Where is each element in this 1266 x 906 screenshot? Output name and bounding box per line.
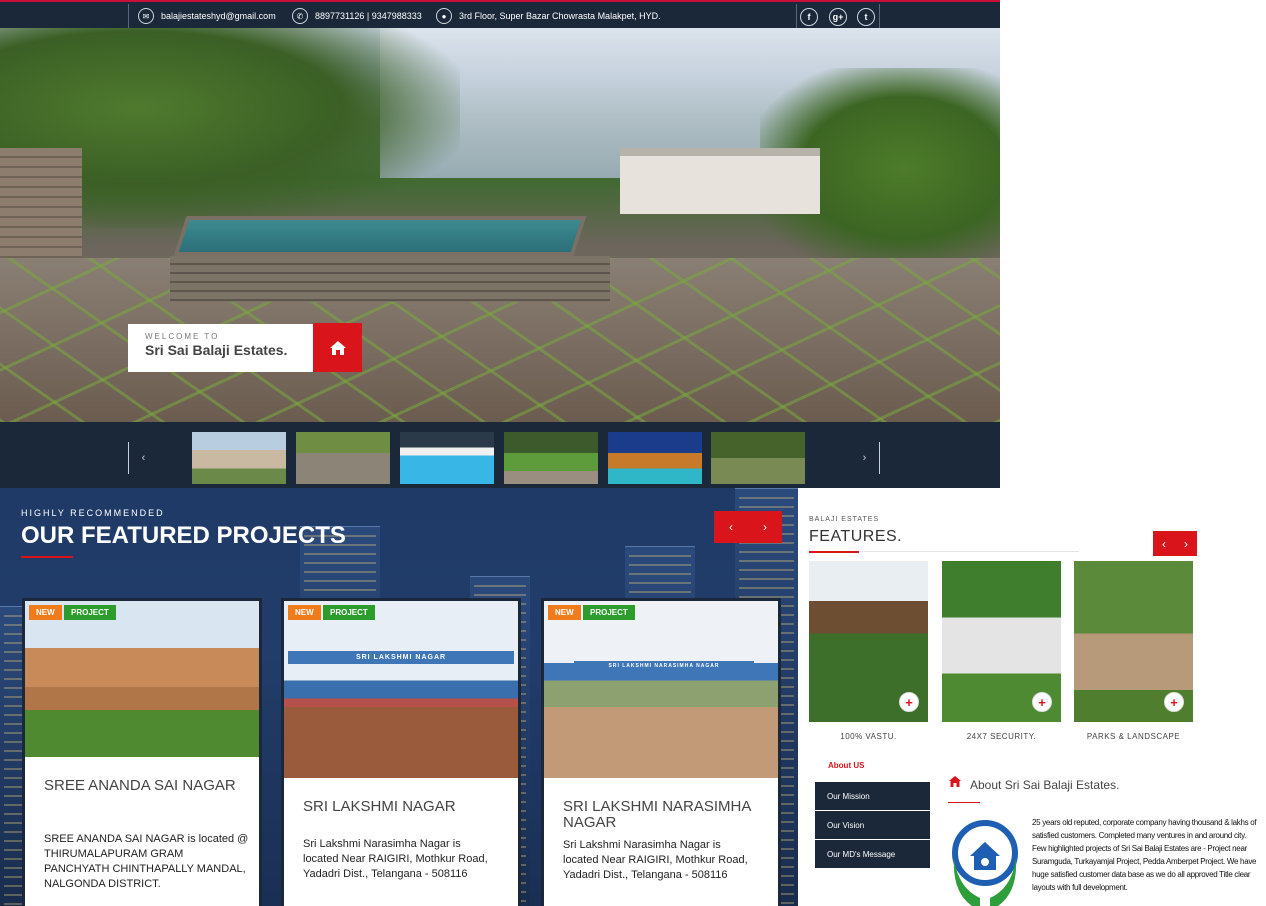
divider	[128, 4, 129, 28]
thumb-lawn[interactable]	[504, 432, 598, 484]
hero-pool-wall	[170, 256, 610, 302]
location-pin-icon: ●	[436, 8, 452, 24]
thumb-garden[interactable]	[711, 432, 805, 484]
project-description: Sri Lakshmi Narasimha Nagar is located N…	[303, 838, 488, 880]
feature-caption: 100% VASTU.	[840, 732, 897, 741]
project-title[interactable]: SRI LAKSHMI NAGAR	[303, 799, 513, 815]
thumbs-prev-button[interactable]: ‹	[128, 442, 158, 474]
top-contact-bar: ✉ balajiestateshyd@gmail.com ✆ 889773112…	[0, 0, 1000, 28]
hero-house	[620, 148, 820, 214]
features-title: FEATURES.	[809, 528, 903, 545]
menu-our-vision[interactable]: Our Vision	[815, 811, 930, 839]
address-text: 3rd Floor, Super Bazar Chowrasta Malakpe…	[459, 11, 661, 21]
about-description: 25 years old reputed, corporate company …	[1032, 818, 1257, 892]
features-next-button[interactable]: ›	[1175, 531, 1197, 556]
hero-banner: WELCOME TO Sri Sai Balaji Estates.	[0, 28, 1000, 422]
email-contact[interactable]: ✉ balajiestateshyd@gmail.com	[138, 6, 276, 26]
project-badge: PROJECT	[64, 605, 116, 620]
project-card[interactable]: NEW PROJECT SRI LAKSHMI NARASIMHA NAGAR …	[541, 598, 781, 906]
about-underline	[948, 802, 980, 803]
page: ✉ balajiestateshyd@gmail.com ✆ 889773112…	[0, 0, 1266, 906]
project-image[interactable]: NEW PROJECT SRI LAKSHMI NARASIMHA NAGAR	[544, 601, 778, 778]
google-plus-icon[interactable]: g+	[829, 8, 847, 26]
plus-icon[interactable]: +	[899, 692, 919, 712]
featured-projects-section: HIGHLY RECOMMENDED OUR FEATURED PROJECTS…	[0, 488, 798, 906]
features-underline	[809, 551, 859, 553]
feature-image-parks[interactable]: +	[1074, 561, 1193, 722]
thumb-night-house[interactable]	[608, 432, 702, 484]
project-card[interactable]: NEW PROJECT SRI LAKSHMI NAGAR SRI LAKSHM…	[281, 598, 521, 906]
thumbnail-strip: ‹ ›	[0, 422, 1000, 488]
features-prev-button[interactable]: ‹	[1153, 531, 1175, 556]
project-title[interactable]: SREE ANANDA SAI NAGAR	[44, 778, 244, 794]
project-image[interactable]: NEW PROJECT SRI LAKSHMI NAGAR	[284, 601, 518, 778]
projects-nav: ‹ ›	[714, 511, 782, 543]
envelope-icon: ✉	[138, 8, 154, 24]
project-card[interactable]: NEW PROJECT SREE ANANDA SAI NAGAR SREE A…	[22, 598, 262, 906]
new-badge: NEW	[29, 605, 62, 620]
new-badge: NEW	[548, 605, 581, 620]
projects-next-button[interactable]: ›	[748, 511, 782, 543]
about-title: About Sri Sai Balaji Estates.	[970, 778, 1120, 792]
divider	[796, 4, 797, 28]
features-label: BALAJI ESTATES	[809, 516, 880, 523]
plus-icon[interactable]: +	[1164, 692, 1184, 712]
project-description: SREE ANANDA SAI NAGAR is located @ THIRU…	[44, 833, 249, 890]
home-icon	[949, 776, 961, 787]
thumb-villa[interactable]	[192, 432, 286, 484]
entrance-arch-banner: SRI LAKSHMI NAGAR	[288, 651, 514, 664]
projects-prev-button[interactable]: ‹	[714, 511, 748, 543]
menu-our-mission[interactable]: Our Mission	[815, 782, 930, 810]
divider	[879, 4, 880, 28]
phone-text: 8897731126 | 9347988333	[315, 11, 422, 21]
feature-image-security[interactable]: +	[942, 561, 1061, 722]
email-text: balajiestateshyd@gmail.com	[161, 11, 276, 21]
twitter-icon[interactable]: t	[857, 8, 875, 26]
new-badge: NEW	[288, 605, 321, 620]
project-title[interactable]: SRI LAKSHMI NARASIMHA NAGAR	[563, 799, 763, 831]
project-badge: PROJECT	[583, 605, 635, 620]
project-description: Sri Lakshmi Narasimha Nagar is located N…	[563, 839, 748, 881]
plus-icon[interactable]: +	[1032, 692, 1052, 712]
welcome-title: Sri Sai Balaji Estates.	[145, 342, 288, 358]
phone-icon: ✆	[292, 8, 308, 24]
tab-about-us[interactable]: About US	[828, 761, 864, 770]
menu-md-message[interactable]: Our MD's Message	[815, 840, 930, 868]
welcome-small-text: WELCOME TO	[145, 332, 220, 341]
thumb-pool[interactable]	[400, 432, 494, 484]
welcome-box: WELCOME TO Sri Sai Balaji Estates.	[128, 324, 314, 372]
thumb-paving[interactable]	[296, 432, 390, 484]
address-contact: ● 3rd Floor, Super Bazar Chowrasta Malak…	[436, 6, 661, 26]
home-button[interactable]	[313, 323, 362, 372]
hero-pool	[173, 216, 587, 256]
features-nav: ‹ ›	[1153, 531, 1197, 556]
feature-caption: 24X7 SECURITY.	[966, 732, 1037, 741]
project-badge: PROJECT	[323, 605, 375, 620]
project-image[interactable]: NEW PROJECT	[25, 601, 259, 757]
section-label: HIGHLY RECOMMENDED	[21, 508, 165, 518]
thumbs-next-button[interactable]: ›	[850, 442, 880, 474]
home-icon	[329, 340, 346, 355]
feature-caption: PARKS & LANDSCAPE	[1086, 732, 1181, 741]
section-title: OUR FEATURED PROJECTS	[21, 522, 346, 549]
entrance-arch-banner: SRI LAKSHMI NARASIMHA NAGAR	[574, 661, 754, 671]
company-logo	[952, 820, 1018, 906]
title-underline	[21, 556, 73, 558]
feature-image-vastu[interactable]: +	[809, 561, 928, 722]
phone-contact[interactable]: ✆ 8897731126 | 9347988333	[292, 6, 422, 26]
facebook-icon[interactable]: f	[800, 8, 818, 26]
